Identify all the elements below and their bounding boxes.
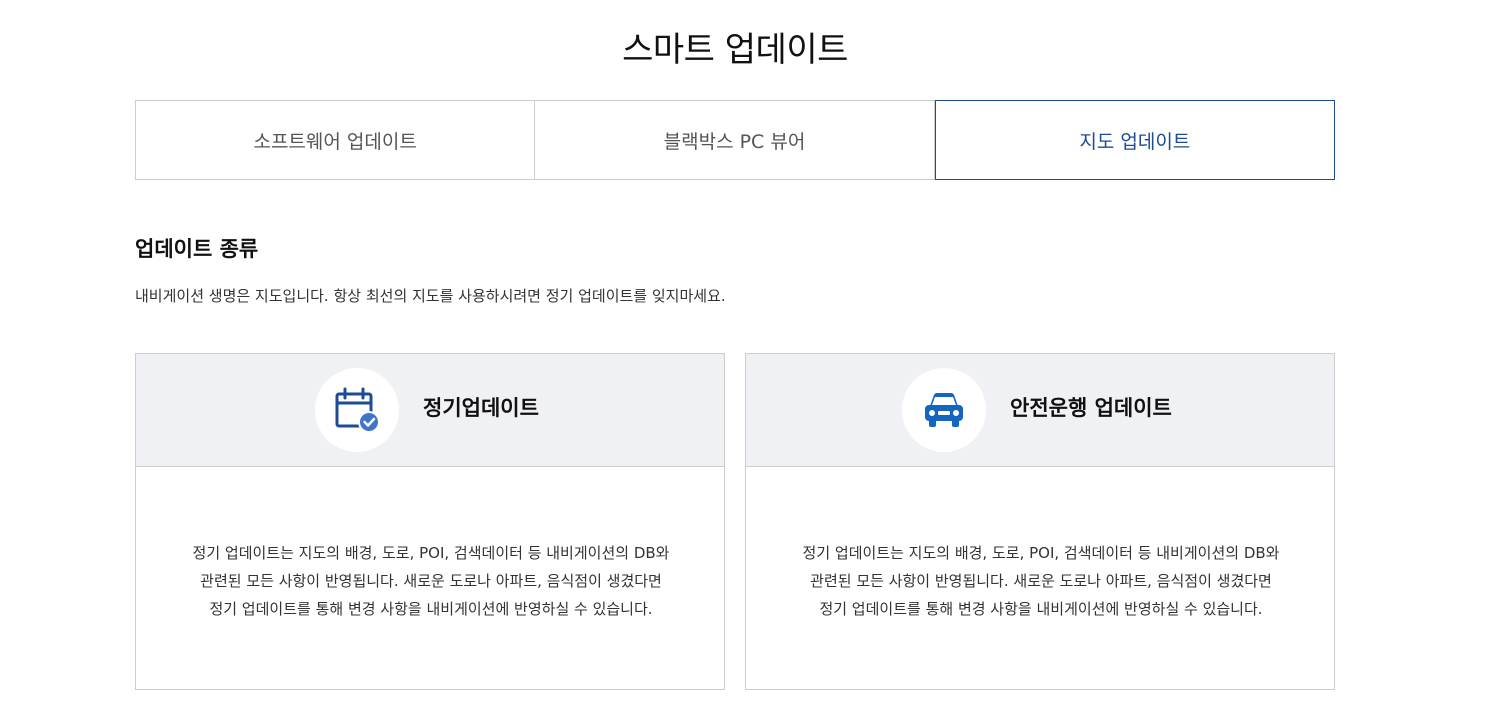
- tab-map-update[interactable]: 지도 업데이트: [934, 100, 1335, 180]
- card-regular-update: 정기업데이트 정기 업데이트는 지도의 배경, 도로, POI, 검색데이터 등…: [135, 353, 725, 690]
- page-title: 스마트 업데이트: [622, 30, 848, 70]
- card-title: 안전운행 업데이트: [1010, 396, 1172, 420]
- car-icon: [925, 393, 963, 427]
- update-tabs: 소프트웨어 업데이트 블랙박스 PC 뷰어 지도 업데이트: [135, 100, 1335, 180]
- section-description: 내비게이션 생명은 지도입니다. 항상 최선의 지도를 사용하시려면 정기 업데…: [135, 287, 726, 305]
- calendar-check-icon: [335, 387, 380, 433]
- icon-badge: [902, 368, 986, 452]
- card-header: 안전운행 업데이트: [746, 354, 1334, 467]
- card-safe-driving-update: 안전운행 업데이트 정기 업데이트는 지도의 배경, 도로, POI, 검색데이…: [745, 353, 1335, 690]
- card-title: 정기업데이트: [423, 396, 539, 420]
- tab-blackbox-pc-viewer[interactable]: 블랙박스 PC 뷰어: [535, 100, 935, 180]
- card-description: 정기 업데이트는 지도의 배경, 도로, POI, 검색데이터 등 내비게이션의…: [192, 544, 670, 618]
- icon-badge: [315, 368, 399, 452]
- card-header: 정기업데이트: [136, 354, 724, 467]
- tab-software-update[interactable]: 소프트웨어 업데이트: [135, 100, 536, 180]
- card-description: 정기 업데이트는 지도의 배경, 도로, POI, 검색데이터 등 내비게이션의…: [802, 544, 1280, 618]
- section-heading: 업데이트 종류: [135, 237, 259, 261]
